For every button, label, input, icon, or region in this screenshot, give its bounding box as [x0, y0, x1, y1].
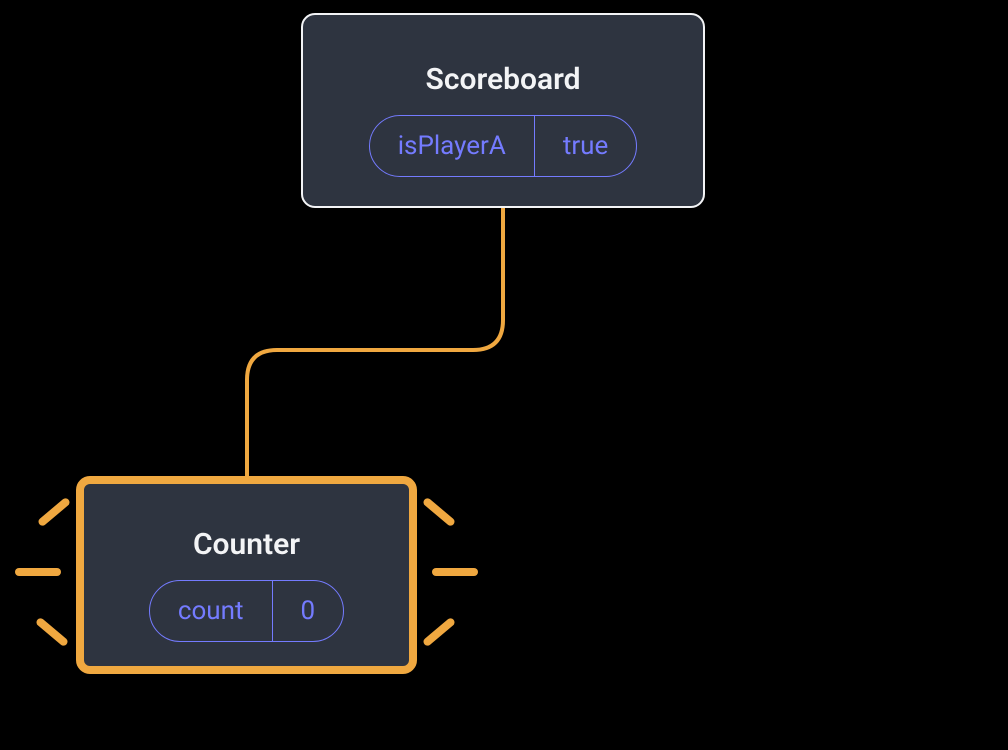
emphasis-ray	[422, 617, 456, 648]
state-pill: count 0	[149, 580, 344, 642]
emphasis-ray	[35, 617, 69, 648]
state-value: 0	[273, 581, 344, 641]
emphasis-ray	[422, 497, 456, 528]
emphasis-ray	[37, 497, 71, 528]
state-key: count	[150, 581, 273, 641]
node-scoreboard: Scoreboard isPlayerA true	[301, 13, 705, 208]
emphasis-ray	[432, 568, 478, 576]
state-key: isPlayerA	[370, 116, 535, 176]
node-counter: Counter count 0	[76, 476, 417, 674]
state-pill: isPlayerA true	[369, 115, 638, 177]
node-title: Scoreboard	[426, 62, 581, 97]
state-value: true	[535, 116, 636, 176]
node-title: Counter	[193, 527, 300, 562]
emphasis-ray	[15, 568, 61, 576]
diagram-canvas: Scoreboard isPlayerA true Counter count …	[0, 0, 1008, 750]
